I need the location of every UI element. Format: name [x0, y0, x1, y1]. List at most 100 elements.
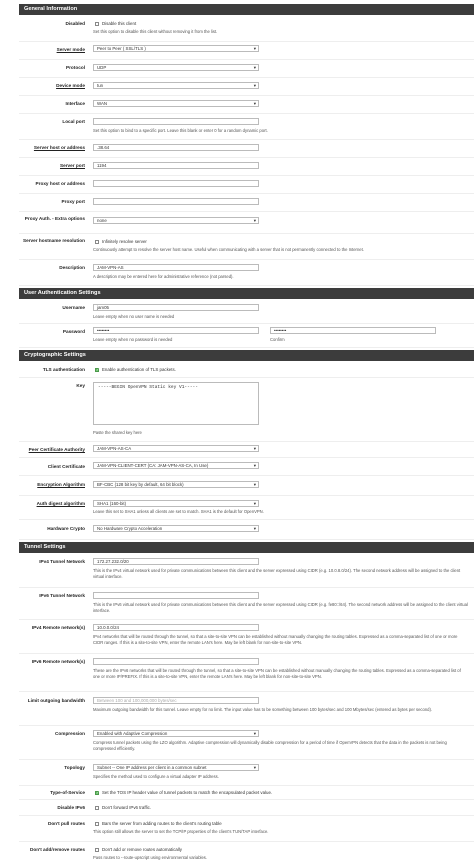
device-mode-label: Device mode [56, 83, 85, 88]
dont-add-routes-row: Don't add/remove routes Don't add or rem… [19, 842, 474, 862]
disable-client-checkbox-label: Disable this client [102, 21, 137, 26]
description-label: Description [59, 265, 85, 270]
ipv4-remote-row: IPv4 Remote network(s) 10.0.0.0/24 IPv4 … [19, 620, 474, 654]
disabled-row: Disabled Disable this client Set this op… [19, 16, 474, 42]
key-label: Key [76, 383, 85, 388]
ipv6-remote-row: IPv6 Remote network(s) These are the IPv… [19, 654, 474, 692]
disable-ipv6-row: Disable IPv6 Don't forward IPv6 traffic. [19, 800, 474, 816]
username-input[interactable]: jam05 [93, 304, 259, 311]
ipv6-remote-input[interactable] [93, 658, 259, 665]
encryption-select[interactable]: BF-CBC (128 bit key by default, 64 bit b… [93, 481, 259, 488]
encryption-label: Encryption Algorithm [37, 482, 85, 487]
key-help: Paste the shared key here [93, 430, 142, 435]
auth-digest-select[interactable]: SHA1 (160-bit) [93, 500, 259, 507]
server-mode-row: Server mode Peer to Peer ( SSL/TLS ) [19, 42, 474, 60]
password-row: Password •••••••• •••••••• Leave empty w… [19, 324, 474, 348]
dont-add-routes-label: Don't add/remove routes [29, 847, 85, 852]
key-textarea[interactable]: -----BEGIN OpenVPN Static key V1----- [93, 382, 259, 425]
topology-label: Topology [64, 765, 85, 770]
server-port-label: Server port [59, 163, 85, 168]
local-port-input[interactable] [93, 118, 259, 125]
peer-ca-label: Peer Certificate Authority [28, 447, 85, 452]
hardware-crypto-select[interactable]: No Hardware Crypto Acceleration [93, 525, 259, 532]
dont-pull-routes-help: This option still allows the server to s… [93, 829, 269, 834]
description-input[interactable]: JAM-VPN-AS [93, 264, 259, 271]
dont-pull-routes-row: Don't pull routes Bars the server from a… [19, 816, 474, 842]
server-mode-label: Server mode [56, 47, 85, 52]
infinitely-resolve-checkbox[interactable] [95, 240, 99, 244]
limit-bandwidth-input[interactable]: Between 100 and 100,000,000 bytes/sec [93, 697, 259, 704]
proxy-auth-select[interactable]: none [93, 217, 259, 224]
server-port-input[interactable]: 1194 [93, 162, 259, 169]
interface-label: Interface [65, 101, 85, 106]
tls-auth-label: TLS authentication [42, 367, 85, 372]
tos-label: Type-of-Service [50, 790, 85, 795]
tos-row: Type-of-Service Set the TOS IP header va… [19, 786, 474, 800]
auth-digest-label: Auth digest algorithm [36, 501, 85, 506]
description-help: A description may be entered here for ad… [93, 274, 234, 279]
topology-select[interactable]: Subnet -- One IP address per client in a… [93, 764, 259, 771]
hostname-resolution-label: Server hostname resolution [23, 238, 85, 243]
peer-ca-select[interactable]: JAM-VPN-AS-CA [93, 445, 259, 452]
device-mode-select[interactable]: tun [93, 82, 259, 89]
compression-row: Compression Enabled with Adaptive Compre… [19, 726, 474, 760]
proxy-host-input[interactable] [93, 180, 259, 187]
protocol-select[interactable]: UDP [93, 64, 259, 71]
dont-pull-routes-label: Don't pull routes [47, 821, 85, 826]
cryptographic-settings-header: Cryptographic Settings [19, 350, 474, 361]
device-mode-row: Device mode tun [19, 78, 474, 96]
server-port-row: Server port 1194 [19, 158, 474, 176]
username-label: Username [62, 305, 85, 310]
disabled-label: Disabled [65, 21, 85, 26]
disable-client-checkbox[interactable] [95, 22, 99, 26]
ipv6-tunnel-input[interactable] [93, 592, 259, 599]
ipv4-tunnel-row: IPv4 Tunnel Network 172.27.232.0/20 This… [19, 554, 474, 588]
compression-help: Compress tunnel packets using the LZO al… [93, 740, 447, 751]
disable-ipv6-checkbox-label: Don't forward IPv6 traffic. [102, 805, 152, 810]
disable-ipv6-checkbox[interactable] [95, 806, 99, 810]
dont-add-routes-checkbox-label: Don't add or remove routes automatically [102, 847, 182, 852]
local-port-help: Set this option to bind to a specific po… [93, 128, 268, 133]
client-cert-row: Client Certificate JAM-VPN-CLIENT-CERT (… [19, 458, 474, 476]
client-cert-select[interactable]: JAM-VPN-CLIENT-CERT (CA: JAM-VPN-AS-CA, … [93, 462, 259, 469]
proxy-port-input[interactable] [93, 198, 259, 205]
infinitely-resolve-label: Infinitely resolve server [102, 239, 147, 244]
confirm-label: Confirm [270, 337, 285, 342]
protocol-label: Protocol [65, 65, 85, 70]
password-input[interactable]: •••••••• [93, 327, 259, 334]
dont-pull-routes-checkbox[interactable] [95, 822, 99, 826]
password-confirm-input[interactable]: •••••••• [270, 327, 436, 334]
tls-auth-checkbox[interactable] [95, 367, 99, 372]
compression-select[interactable]: Enabled with Adaptive Compression [93, 730, 259, 737]
tunnel-settings-header: Tunnel Settings [19, 542, 474, 553]
ipv6-remote-label: IPv6 Remote network(s) [31, 659, 85, 664]
interface-select[interactable]: WAN [93, 100, 259, 107]
password-label: Password [62, 329, 85, 334]
compression-label: Compression [55, 731, 85, 736]
username-row: Username jam05 Leave empty when no user … [19, 300, 474, 324]
ipv4-remote-label: IPv4 Remote network(s) [31, 625, 85, 630]
local-port-label: Local port [62, 119, 85, 124]
tls-auth-checkbox-label: Enable authentication of TLS packets. [102, 367, 176, 372]
server-mode-select[interactable]: Peer to Peer ( SSL/TLS ) [93, 45, 259, 52]
disable-ipv6-label: Disable IPv6 [57, 805, 85, 810]
tos-checkbox[interactable] [95, 790, 99, 795]
peer-ca-row: Peer Certificate Authority JAM-VPN-AS-CA [19, 442, 474, 458]
server-host-row: Server host or address .38.64 [19, 140, 474, 158]
server-host-label: Server host or address [33, 145, 85, 150]
limit-bandwidth-row: Limit outgoing bandwidth Between 100 and… [19, 692, 474, 726]
limit-bandwidth-label: Limit outgoing bandwidth [27, 698, 85, 703]
username-help: Leave empty when no user name is needed [93, 314, 175, 319]
protocol-row: Protocol UDP [19, 60, 474, 78]
auth-digest-row: Auth digest algorithm SHA1 (160-bit) Lea… [19, 496, 474, 520]
encryption-row: Encryption Algorithm BF-CBC (128 bit key… [19, 476, 474, 496]
auth-digest-help: Leave this set to SHA1 unless all client… [93, 509, 264, 514]
server-host-input[interactable]: .38.64 [93, 144, 259, 151]
dont-add-routes-checkbox[interactable] [95, 848, 99, 852]
dont-pull-routes-checkbox-label: Bars the server from adding routes to th… [102, 821, 222, 826]
ipv4-remote-input[interactable]: 10.0.0.0/24 [93, 624, 259, 631]
client-cert-label: Client Certificate [47, 464, 85, 469]
proxy-host-row: Proxy host or address [19, 176, 474, 194]
ipv6-remote-help: These are the IPv6 networks that will be… [93, 668, 461, 679]
ipv4-tunnel-input[interactable]: 172.27.232.0/20 [93, 558, 259, 565]
